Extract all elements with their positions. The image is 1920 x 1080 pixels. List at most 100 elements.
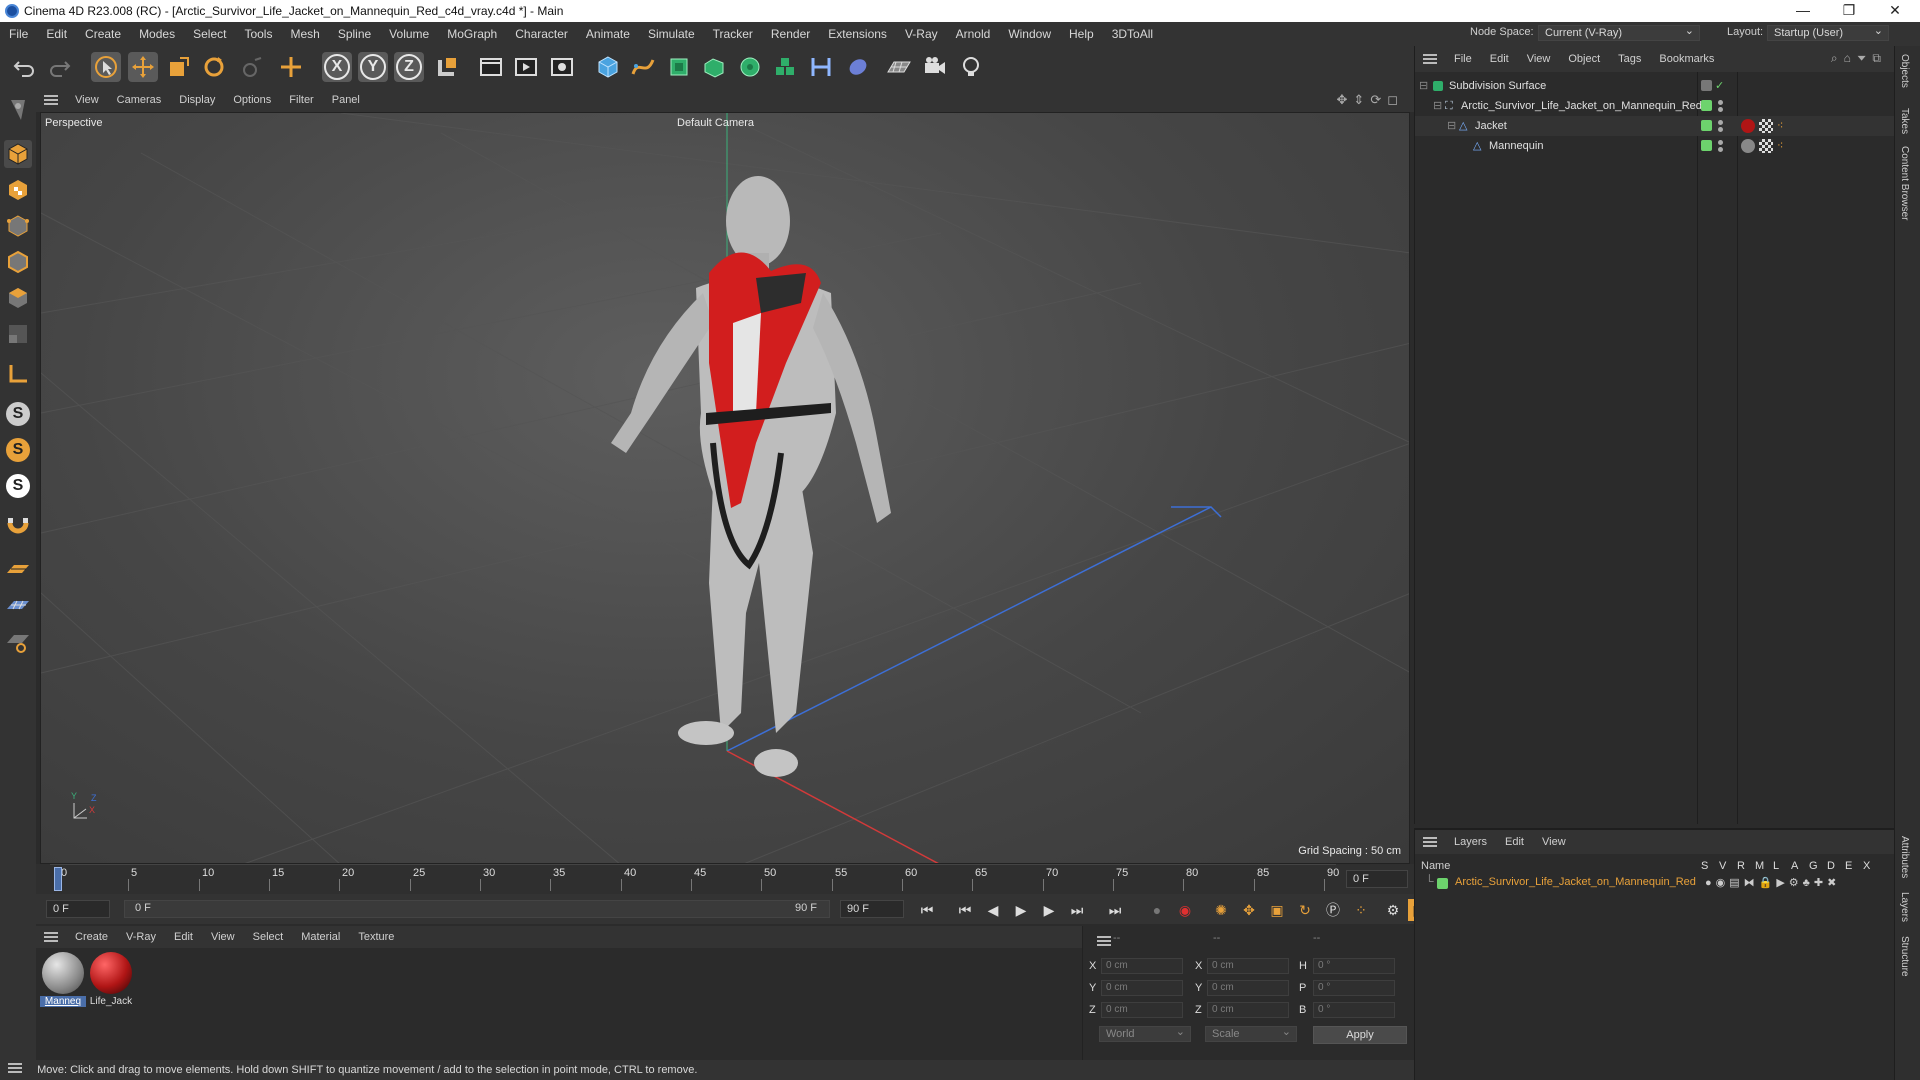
coords-menu-icon[interactable] (1097, 936, 1111, 946)
timeline-ruler[interactable]: 0 5 10 15 20 25 30 35 40 45 50 55 60 65 70 75 80 85 90 0 F (36, 864, 1414, 894)
y-axis-lock-button[interactable]: Y (358, 52, 388, 82)
start-frame-field[interactable]: 0 F (46, 900, 110, 918)
workplane-icon[interactable] (4, 556, 32, 584)
material-menu-view[interactable]: View (202, 931, 244, 943)
menu-simulate[interactable]: Simulate (639, 27, 704, 41)
planar-workplane-icon[interactable] (4, 628, 32, 656)
x-axis-lock-button[interactable]: X (322, 52, 352, 82)
menu-volume[interactable]: Volume (380, 27, 438, 41)
object-row-null[interactable]: ⊟ ⛶ Arctic_Survivor_Life_Jacket_on_Manne… (1415, 96, 1895, 116)
render-dot-icon[interactable] (1718, 107, 1723, 112)
menu-animate[interactable]: Animate (577, 27, 639, 41)
spline-pen-icon[interactable] (628, 52, 658, 82)
material-menu-texture[interactable]: Texture (349, 931, 403, 943)
object-row-jacket[interactable]: ⊟ △ Jacket ⁖ (1415, 116, 1895, 136)
visibility-dot-icon[interactable] (1718, 100, 1723, 105)
next-key-icon[interactable]: ⏭ (1066, 899, 1088, 921)
rotation-h-field[interactable]: 0 ° (1313, 958, 1395, 974)
menu-modes[interactable]: Modes (130, 27, 184, 41)
menu-create[interactable]: Create (76, 27, 130, 41)
scale-tool-icon[interactable] (164, 52, 194, 82)
material-tag-icon[interactable] (1741, 119, 1755, 133)
tab-structure[interactable]: Structure (1899, 936, 1910, 977)
object-menu-view[interactable]: View (1518, 53, 1560, 65)
enabled-check-icon[interactable]: ✓ (1715, 76, 1724, 96)
preview-range-slider[interactable]: 0 F 90 F (124, 900, 830, 918)
key-rotation-icon[interactable]: ↻ (1294, 899, 1316, 921)
menu-help[interactable]: Help (1060, 27, 1103, 41)
editor-visibility-icon[interactable] (1701, 80, 1712, 91)
object-menu-tags[interactable]: Tags (1609, 53, 1650, 65)
visibility-dot-icon[interactable] (1718, 120, 1723, 125)
key-position-icon[interactable]: ✥ (1238, 899, 1260, 921)
expand-toggle-icon[interactable]: ⊟ (1433, 96, 1442, 116)
rotation-p-field[interactable]: 0 ° (1313, 980, 1395, 996)
material-swatch-mannequin[interactable]: Manneq (40, 952, 86, 1007)
make-editable-icon[interactable] (4, 96, 32, 124)
menu-tools[interactable]: Tools (235, 27, 281, 41)
menu-3dtoall[interactable]: 3DToAll (1103, 27, 1162, 41)
workplane-snap-icon[interactable]: S (4, 472, 32, 500)
viewport-menu-display[interactable]: Display (170, 94, 224, 106)
key-pla-icon[interactable]: ⁘ (1350, 899, 1372, 921)
tag-icon[interactable]: ⁖ (1777, 136, 1783, 156)
layer-flag-header[interactable]: D (1827, 860, 1835, 872)
layer-flag-header[interactable]: A (1791, 860, 1798, 872)
layer-menu-edit[interactable]: Edit (1496, 836, 1533, 848)
tab-takes[interactable]: Takes (1899, 108, 1910, 134)
perspective-viewport[interactable]: Y X Z Perspective Default Camera Grid Sp… (40, 112, 1410, 864)
layer-flag-header[interactable]: G (1809, 860, 1818, 872)
material-tag-icon[interactable] (1741, 139, 1755, 153)
snap-settings-icon[interactable]: S (4, 436, 32, 464)
layer-flag-header[interactable]: E (1845, 860, 1852, 872)
key-param-icon[interactable]: Ⓟ (1322, 899, 1344, 921)
uv-mode-icon[interactable] (4, 320, 32, 348)
key-scale-icon[interactable]: ▣ (1266, 899, 1288, 921)
layer-flag-toggles[interactable]: ●◉▤⧓🔒▶⚙♣✚✖ (1705, 876, 1840, 889)
menu-tracker[interactable]: Tracker (704, 27, 762, 41)
texture-mode-icon[interactable] (4, 176, 32, 204)
prev-key-icon[interactable]: ⏮ (954, 899, 976, 921)
layer-flag-header[interactable]: M (1755, 860, 1764, 872)
keyframe-selection-icon[interactable]: ✺ (1210, 899, 1232, 921)
viewport-menu-filter[interactable]: Filter (280, 94, 322, 106)
menu-select[interactable]: Select (184, 27, 235, 41)
layer-menu-layers[interactable]: Layers (1445, 836, 1496, 848)
material-menu-icon[interactable] (44, 932, 58, 942)
menu-mesh[interactable]: Mesh (281, 27, 328, 41)
light-object-icon[interactable] (956, 52, 986, 82)
axis-mode-icon[interactable] (4, 360, 32, 388)
points-mode-icon[interactable] (4, 212, 32, 240)
snap-icon[interactable]: S (4, 400, 32, 428)
expand-toggle-icon[interactable]: ⊟ (1447, 116, 1456, 136)
render-dot-icon[interactable] (1718, 127, 1723, 132)
tab-layers[interactable]: Layers (1899, 892, 1910, 922)
size-z-field[interactable]: 0 cm (1207, 1002, 1289, 1018)
close-button[interactable]: ✕ (1872, 0, 1918, 22)
layer-flag-header[interactable]: R (1737, 860, 1745, 872)
viewport-menu-panel[interactable]: Panel (323, 94, 369, 106)
apply-button[interactable]: Apply (1313, 1026, 1407, 1044)
material-menu-vray[interactable]: V-Ray (117, 931, 165, 943)
menu-character[interactable]: Character (506, 27, 577, 41)
layer-flag-header[interactable]: X (1863, 860, 1870, 872)
layout-dropdown[interactable]: Startup (User) (1767, 24, 1889, 41)
viewport-nav-icons[interactable]: ✥⇕⟳◻ (1337, 92, 1404, 108)
model-mode-icon[interactable] (4, 140, 32, 168)
motion-mode-icon[interactable]: ⚙ (1382, 899, 1404, 921)
tab-objects[interactable]: Objects (1899, 54, 1910, 88)
render-settings-icon[interactable] (547, 52, 577, 82)
current-frame-field[interactable]: 0 F (1346, 870, 1408, 888)
object-menu-object[interactable]: Object (1559, 53, 1609, 65)
object-search-icons[interactable]: ⌕⌂⏷⧉ (1831, 51, 1887, 66)
tab-attributes[interactable]: Attributes (1899, 836, 1910, 878)
object-row-mannequin[interactable]: △ Mannequin ⁖ (1415, 136, 1895, 156)
position-z-field[interactable]: 0 cm (1101, 1002, 1183, 1018)
viewport-menu-icon[interactable] (44, 95, 58, 105)
expand-toggle-icon[interactable]: ⊟ (1419, 76, 1428, 96)
layer-menu-view[interactable]: View (1533, 836, 1575, 848)
layer-flag-header[interactable]: S (1701, 860, 1708, 872)
goto-end-icon[interactable]: ⏭ (1104, 899, 1126, 921)
playhead[interactable] (54, 867, 62, 891)
material-menu-create[interactable]: Create (66, 931, 117, 943)
